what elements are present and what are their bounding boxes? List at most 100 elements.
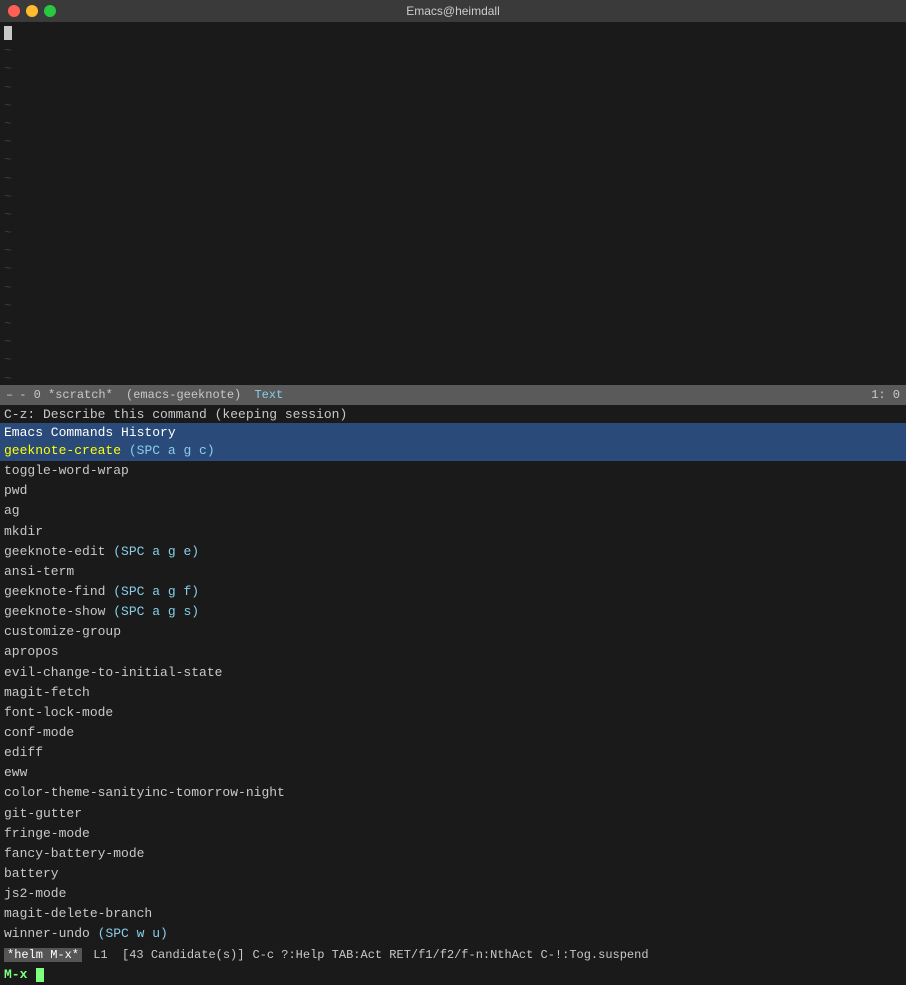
minibuffer-separator xyxy=(27,967,35,982)
tilde-4: ~ xyxy=(4,97,902,115)
tilde-5: ~ xyxy=(4,115,902,133)
completion-item-shortcut: (SPC a g s) xyxy=(113,604,199,619)
list-item[interactable]: winner-undo (SPC w u) xyxy=(0,924,906,944)
minimize-button[interactable] xyxy=(26,5,38,17)
tilde-18: ~ xyxy=(4,351,902,369)
editor-area: ~ ~ ~ ~ ~ ~ ~ ~ ~ ~ ~ ~ ~ ~ ~ ~ ~ ~ ~ ~ … xyxy=(0,22,906,385)
input-line[interactable]: M-x xyxy=(0,965,906,985)
completion-header: Emacs Commands History xyxy=(0,423,906,441)
completion-item-shortcut: (SPC a g c) xyxy=(129,443,215,458)
minibuffer-prompt: M-x xyxy=(4,967,27,982)
list-item[interactable]: pwd xyxy=(0,481,906,501)
completion-item-name: battery xyxy=(4,866,59,881)
helm-buffer-name: *helm M-x* xyxy=(4,948,82,962)
completion-item-name: customize-group xyxy=(4,624,121,639)
tilde-17: ~ xyxy=(4,333,902,351)
tilde-11: ~ xyxy=(4,224,902,242)
completion-list[interactable]: geeknote-create (SPC a g c) toggle-word-… xyxy=(0,441,906,945)
list-item[interactable]: js2-mode xyxy=(0,884,906,904)
list-item[interactable]: geeknote-show (SPC a g s) xyxy=(0,602,906,622)
list-item[interactable]: ediff xyxy=(0,743,906,763)
list-item[interactable]: customize-group xyxy=(0,622,906,642)
tilde-16: ~ xyxy=(4,315,902,333)
major-mode: Text xyxy=(254,388,283,402)
completion-item-name: winner-undo xyxy=(4,926,90,941)
buffer-status: - 0 *scratch* xyxy=(19,388,113,402)
helm-candidates: 43 Candidate(s) xyxy=(129,948,237,962)
tilde-9: ~ xyxy=(4,188,902,206)
completion-item-name: conf-mode xyxy=(4,725,74,740)
tilde-1: ~ xyxy=(4,42,902,60)
helm-line-num: L1 xyxy=(93,948,107,962)
list-item[interactable]: fringe-mode xyxy=(0,824,906,844)
tilde-14: ~ xyxy=(4,279,902,297)
helm-mode-line: *helm M-x* L1 [43 Candidate(s)] C-c ?:He… xyxy=(0,945,906,965)
title-bar: Emacs@heimdall xyxy=(0,0,906,22)
completion-item-selected[interactable]: geeknote-create (SPC a g c) xyxy=(0,441,906,461)
list-item[interactable]: conf-mode xyxy=(0,723,906,743)
list-item[interactable]: eww xyxy=(0,763,906,783)
completion-item-shortcut: (SPC a g f) xyxy=(113,584,199,599)
completion-item-name: fringe-mode xyxy=(4,826,90,841)
list-item[interactable]: fancy-battery-mode xyxy=(0,844,906,864)
close-button[interactable] xyxy=(8,5,20,17)
completion-item-name: eww xyxy=(4,765,27,780)
completion-item-shortcut: (SPC a g e) xyxy=(113,544,199,559)
completion-item-name: toggle-word-wrap xyxy=(4,463,129,478)
list-item[interactable]: magit-fetch xyxy=(0,683,906,703)
minibuffer-cursor xyxy=(36,968,44,982)
completion-item-name: apropos xyxy=(4,644,59,659)
mode-line-position: 1: 0 xyxy=(871,388,900,402)
list-item[interactable]: evil-change-to-initial-state xyxy=(0,663,906,683)
list-item[interactable]: font-lock-mode xyxy=(0,703,906,723)
list-item[interactable]: apropos xyxy=(0,642,906,662)
completion-item-name: magit-fetch xyxy=(4,685,90,700)
list-item[interactable]: geeknote-find (SPC a g f) xyxy=(0,582,906,602)
completion-item-name: color-theme-sanityinc-tomorrow-night xyxy=(4,785,285,800)
echo-area: C-z: Describe this command (keeping sess… xyxy=(0,405,906,423)
list-item[interactable]: magit-delete-branch xyxy=(0,904,906,924)
mode-line: – - 0 *scratch* (emacs-geeknote) Text 1:… xyxy=(0,385,906,405)
completion-item-name: mkdir xyxy=(4,524,43,539)
list-item[interactable]: ag xyxy=(0,501,906,521)
completion-item-name: geeknote-create xyxy=(4,443,121,458)
helm-key-hints: C-c ?:Help TAB:Act RET/f1/f2/f-n:NthAct … xyxy=(252,948,648,962)
completion-item-name: git-gutter xyxy=(4,806,82,821)
echo-text: C-z: Describe this command (keeping sess… xyxy=(4,407,347,422)
completion-item-name: magit-delete-branch xyxy=(4,906,152,921)
mode-line-left: – - 0 *scratch* (emacs-geeknote) Text xyxy=(6,388,863,402)
tilde-15: ~ xyxy=(4,297,902,315)
list-item[interactable]: color-theme-sanityinc-tomorrow-night xyxy=(0,783,906,803)
window-controls xyxy=(8,5,56,17)
completion-item-name: fancy-battery-mode xyxy=(4,846,144,861)
completion-header-text: Emacs Commands History xyxy=(4,425,176,440)
completion-item-name: evil-change-to-initial-state xyxy=(4,665,222,680)
tilde-10: ~ xyxy=(4,206,902,224)
completion-item-name: pwd xyxy=(4,483,27,498)
list-item[interactable]: battery xyxy=(0,864,906,884)
tilde-3: ~ xyxy=(4,79,902,97)
mode-line-icon: – xyxy=(6,388,13,402)
completion-item-name: geeknote-show xyxy=(4,604,105,619)
list-item[interactable]: mkdir xyxy=(0,522,906,542)
list-item[interactable]: toggle-word-wrap xyxy=(0,461,906,481)
buffer-name: (emacs-geeknote) xyxy=(119,388,249,402)
tilde-2: ~ xyxy=(4,60,902,78)
maximize-button[interactable] xyxy=(44,5,56,17)
list-item[interactable]: git-gutter xyxy=(0,804,906,824)
tilde-12: ~ xyxy=(4,242,902,260)
cursor-line xyxy=(4,24,902,42)
completion-item-name: ediff xyxy=(4,745,43,760)
completion-item-shortcut: (SPC w u) xyxy=(98,926,168,941)
completion-item-name: font-lock-mode xyxy=(4,705,113,720)
tilde-7: ~ xyxy=(4,151,902,169)
completion-item-name: ag xyxy=(4,503,20,518)
completion-item-name: js2-mode xyxy=(4,886,66,901)
completion-item-name: geeknote-find xyxy=(4,584,105,599)
tilde-13: ~ xyxy=(4,260,902,278)
list-item[interactable]: ansi-term xyxy=(0,562,906,582)
list-item[interactable]: geeknote-edit (SPC a g e) xyxy=(0,542,906,562)
completion-item-name: geeknote-edit xyxy=(4,544,105,559)
tilde-19: ~ xyxy=(4,370,902,385)
completion-item-name: ansi-term xyxy=(4,564,74,579)
